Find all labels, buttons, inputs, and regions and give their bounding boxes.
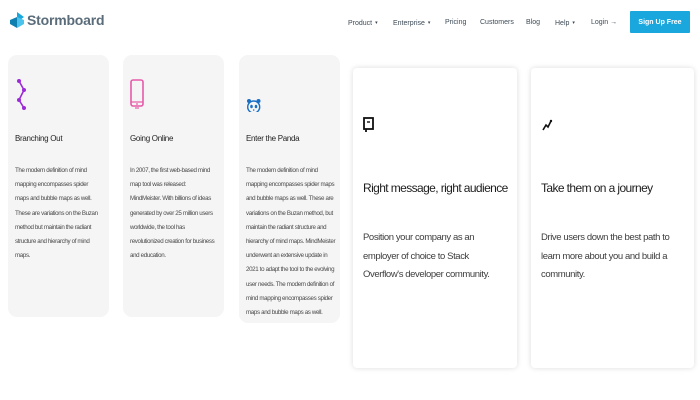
feature-description: The modern definition of mind mapping en…	[246, 167, 336, 317]
tablet-icon	[130, 79, 144, 109]
panda-icon	[247, 99, 261, 112]
nav-product[interactable]: Product ▾	[348, 17, 378, 30]
chevron-down-icon: ▾	[572, 20, 575, 26]
nav-enterprise[interactable]: Enterprise ▾	[393, 17, 430, 30]
document-icon	[363, 117, 374, 132]
card-description: Position your company as an employer of …	[363, 232, 490, 280]
nav-product-label: Product	[348, 20, 373, 27]
nav-blog[interactable]: Blog	[526, 17, 540, 29]
card-title: Right message, right audience	[363, 181, 508, 195]
nav-login-label: Login →	[591, 19, 618, 26]
feature-card-enter-the-panda: Enter the Panda The modern definition of…	[239, 55, 340, 323]
card-take-them-on-a-journey: Take them on a journey Drive users down …	[531, 68, 694, 368]
chevron-down-icon: ▾	[427, 20, 431, 26]
chevron-down-icon: ▾	[375, 20, 378, 26]
nav-blog-label: Blog	[526, 19, 541, 26]
nav-pricing[interactable]: Pricing	[445, 17, 466, 29]
nav-help-label: Help	[555, 20, 570, 27]
card-title: Take them on a journey	[541, 181, 653, 195]
nav-help[interactable]: Help ▾	[555, 17, 575, 30]
nav-enterprise-label: Enterprise	[393, 20, 425, 27]
feature-title: Going Online	[130, 134, 174, 143]
branch-icon	[17, 79, 26, 110]
feature-title: Enter the Panda	[246, 134, 300, 143]
route-icon	[542, 119, 553, 131]
card-description: Drive users down the best path to learn …	[541, 232, 670, 280]
feature-description: The modern definition of mind mapping en…	[15, 167, 98, 260]
sign-up-button[interactable]: Sign Up Free	[630, 11, 690, 33]
card-right-message: Right message, right audience Position y…	[353, 68, 517, 368]
main-nav: Product ▾ Enterprise ▾ Pricing Customers B…	[0, 17, 700, 29]
nav-customers[interactable]: Customers	[480, 17, 514, 29]
feature-description: In 2007, the first web-based mind map to…	[130, 167, 215, 260]
nav-login[interactable]: Login →	[591, 17, 617, 29]
feature-card-branching-out: Branching Out The modern definition of m…	[8, 55, 109, 317]
feature-title: Branching Out	[15, 134, 63, 143]
feature-card-going-online: Going Online In 2007, the first web-base…	[123, 55, 224, 317]
nav-customers-label: Customers	[480, 19, 514, 26]
nav-pricing-label: Pricing	[445, 19, 467, 26]
top-navigation-bar: Stormboard Product ▾ Enterprise ▾ Pricing …	[0, 0, 700, 46]
